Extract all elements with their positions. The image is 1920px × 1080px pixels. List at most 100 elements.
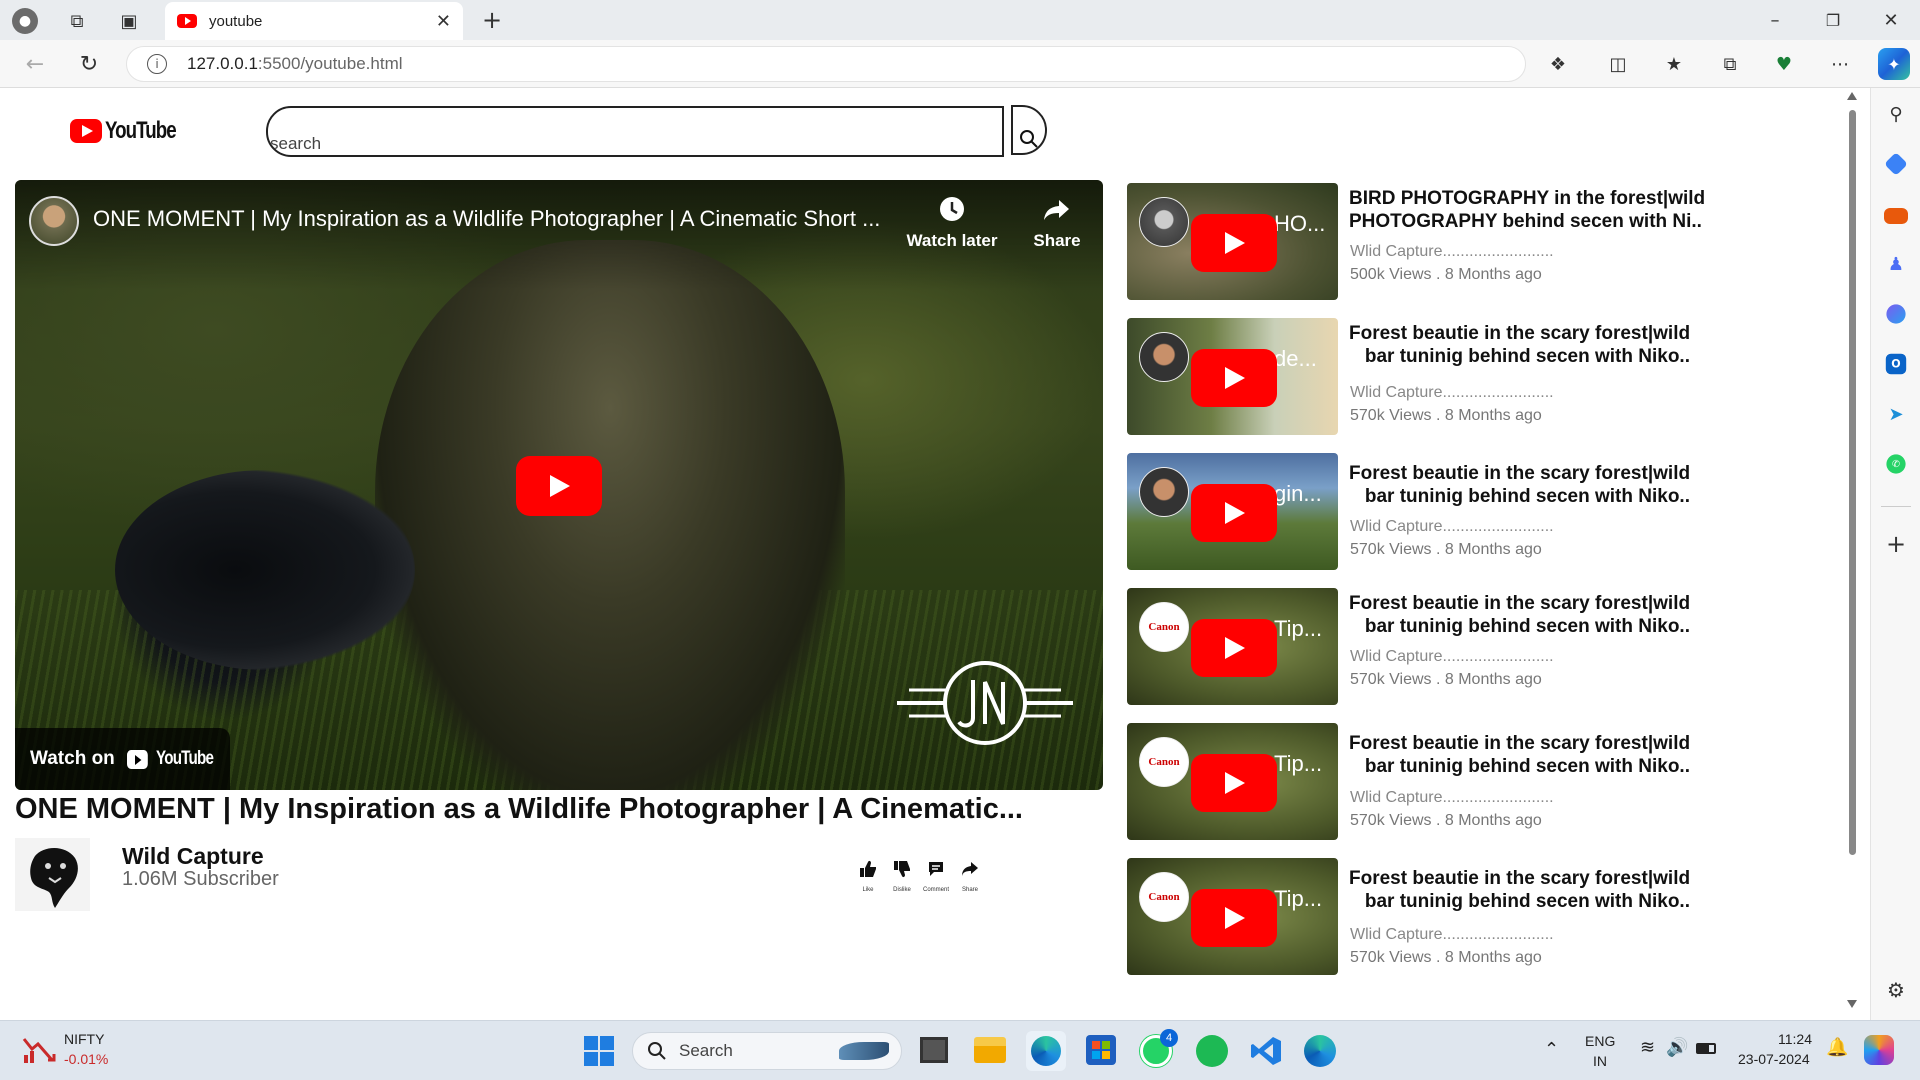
stock-name[interactable]: NIFTY: [64, 1031, 104, 1047]
whatsapp-sidebar-icon[interactable]: ✆: [1886, 454, 1906, 474]
youtube-mini-play-icon: [126, 749, 148, 769]
restore-icon[interactable]: ❐: [1818, 6, 1848, 34]
video-thumbnail[interactable]: HO...: [1127, 183, 1338, 300]
more-options-icon[interactable]: ⋯: [1826, 50, 1854, 78]
back-icon[interactable]: ←: [20, 50, 50, 78]
related-video[interactable]: de... Forest beautie in the scary forest…: [1127, 318, 1727, 438]
channel-avatar-in-player[interactable]: [29, 196, 79, 246]
notification-bell-icon[interactable]: 🔔: [1826, 1037, 1848, 1058]
youtube-logo[interactable]: YouTube: [70, 117, 196, 145]
sidebar-search-icon[interactable]: ⚲: [1884, 102, 1908, 126]
vertical-tabs-icon[interactable]: ▣: [116, 8, 142, 34]
like-button[interactable]: Like: [853, 860, 883, 893]
channel-avatar-thumb: [1139, 467, 1189, 517]
channel-avatar[interactable]: [15, 838, 90, 911]
related-meta: 500k Views . 8 Months ago: [1350, 266, 1542, 283]
start-button[interactable]: [584, 1036, 614, 1066]
language-line-1[interactable]: ENG: [1585, 1033, 1615, 1049]
extensions-icon[interactable]: ❖: [1544, 50, 1572, 78]
related-video-title: Forest beautie in the scary forest|wild …: [1349, 867, 1739, 913]
microsoft-store-icon[interactable]: [1086, 1035, 1116, 1065]
share-button[interactable]: Share: [1017, 194, 1097, 251]
vscode-icon[interactable]: [1250, 1035, 1282, 1067]
url-field[interactable]: i 127.0.0.1:5500/youtube.html: [126, 46, 1526, 82]
shopping-tag-icon[interactable]: [1884, 152, 1908, 176]
related-meta: 570k Views . 8 Months ago: [1350, 407, 1542, 424]
title-line-1: Forest beautie in the scary forest|wild: [1349, 323, 1691, 344]
related-video[interactable]: Canon Tip... Forest beautie in the scary…: [1127, 723, 1727, 843]
player-title[interactable]: ONE MOMENT | My Inspiration as a Wildlif…: [93, 206, 880, 232]
canon-logo-avatar: Canon: [1139, 737, 1189, 787]
related-video[interactable]: gin... Forest beautie in the scary fores…: [1127, 453, 1727, 573]
browser-essentials-icon[interactable]: ♥: [1770, 50, 1798, 78]
edge-taskbar-icon[interactable]: [1026, 1031, 1066, 1071]
page-scrollbar[interactable]: [1845, 92, 1859, 1012]
comment-button[interactable]: Comment: [921, 860, 951, 893]
microsoft-365-icon[interactable]: [1886, 304, 1906, 324]
play-button-icon: [1191, 754, 1277, 812]
stock-chart-icon[interactable]: [22, 1035, 56, 1065]
new-tab-icon[interactable]: +: [478, 6, 506, 34]
video-thumbnail[interactable]: Canon Tip...: [1127, 588, 1338, 705]
volume-icon[interactable]: 🔊: [1666, 1037, 1688, 1058]
video-thumbnail[interactable]: Canon Tip...: [1127, 858, 1338, 975]
taskbar-search-box[interactable]: Search: [632, 1032, 902, 1070]
favorites-icon[interactable]: ★: [1660, 50, 1688, 78]
related-video-title: BIRD PHOTOGRAPHY in the forest|wild PHOTO…: [1349, 187, 1739, 233]
video-player[interactable]: ONE MOMENT | My Inspiration as a Wildlif…: [15, 180, 1103, 790]
watch-on-youtube-button[interactable]: Watch on YouTube: [15, 728, 230, 790]
profile-icon[interactable]: ●: [12, 8, 38, 34]
show-hidden-icons[interactable]: ⌃: [1544, 1039, 1559, 1060]
add-sidebar-app-icon[interactable]: +: [1884, 530, 1908, 558]
watch-later-button[interactable]: Watch later: [897, 194, 1007, 251]
file-explorer-icon[interactable]: [974, 1037, 1006, 1063]
copilot-taskbar-icon[interactable]: [1864, 1035, 1894, 1065]
workspaces-icon[interactable]: ⧉: [64, 8, 90, 34]
collections-icon[interactable]: ⧉: [1716, 50, 1744, 78]
scrollbar-thumb[interactable]: [1849, 110, 1856, 855]
tab-youtube[interactable]: youtube ✕: [165, 2, 463, 40]
related-video[interactable]: Canon Tip... Forest beautie in the scary…: [1127, 858, 1727, 978]
url-text: 127.0.0.1:5500/youtube.html: [187, 54, 403, 74]
close-tab-icon[interactable]: ✕: [436, 11, 451, 32]
related-video[interactable]: Canon Tip... Forest beautie in the scary…: [1127, 588, 1727, 708]
store-tile-icon: [1092, 1051, 1100, 1059]
play-button-icon: [1191, 619, 1277, 677]
video-thumbnail[interactable]: gin...: [1127, 453, 1338, 570]
spotify-icon[interactable]: [1196, 1035, 1228, 1067]
games-icon[interactable]: ♟: [1884, 252, 1908, 276]
close-window-icon[interactable]: ✕: [1876, 6, 1906, 34]
telegram-icon[interactable]: ➤: [1884, 402, 1908, 426]
battery-icon[interactable]: [1696, 1043, 1716, 1054]
related-video[interactable]: HO... BIRD PHOTOGRAPHY in the forest|wil…: [1127, 183, 1727, 303]
copilot-icon[interactable]: ✦: [1878, 48, 1910, 80]
dislike-button[interactable]: Dislike: [887, 860, 917, 893]
search-input[interactable]: [266, 106, 1004, 157]
play-button-icon[interactable]: [516, 456, 602, 516]
refresh-icon[interactable]: ↻: [74, 50, 104, 78]
scroll-up-arrow-icon[interactable]: [1847, 92, 1857, 100]
share-action-label: Share: [961, 887, 978, 893]
clock-time[interactable]: 11:24: [1778, 1031, 1812, 1047]
split-screen-icon[interactable]: ◫: [1604, 50, 1632, 78]
task-view-icon[interactable]: [920, 1037, 948, 1063]
start-tile-icon: [600, 1052, 614, 1066]
outlook-icon[interactable]: O: [1885, 353, 1907, 375]
like-label: Like: [862, 887, 874, 893]
video-thumbnail[interactable]: Canon Tip...: [1127, 723, 1338, 840]
video-thumbnail[interactable]: de...: [1127, 318, 1338, 435]
related-channel: Wlid Capture.........................: [1350, 384, 1554, 401]
wifi-icon[interactable]: ≋: [1640, 1037, 1655, 1058]
tools-icon[interactable]: [1884, 208, 1908, 224]
site-info-icon[interactable]: i: [147, 54, 167, 74]
edge-dev-taskbar-icon[interactable]: [1304, 1035, 1336, 1067]
channel-name[interactable]: Wild Capture: [122, 843, 264, 870]
scroll-down-arrow-icon[interactable]: [1847, 1000, 1857, 1008]
video-frame-lens: [115, 470, 415, 670]
start-tile-icon: [600, 1036, 614, 1050]
share-action-button[interactable]: Share: [955, 860, 985, 893]
shark-highlight-icon: [839, 1042, 889, 1060]
minimize-icon[interactable]: –: [1760, 6, 1790, 34]
sidebar-settings-icon[interactable]: ⚙: [1884, 978, 1908, 1002]
related-channel: Wlid Capture.........................: [1350, 243, 1554, 260]
